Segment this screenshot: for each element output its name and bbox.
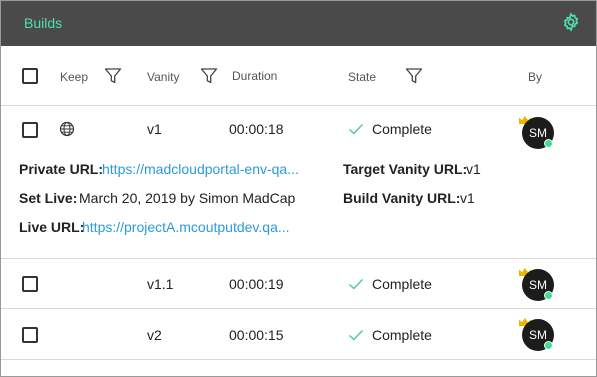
- online-status-dot: [544, 291, 553, 300]
- select-all-checkbox[interactable]: [22, 68, 38, 84]
- target-vanity-url-value: v1: [466, 161, 481, 177]
- column-duration[interactable]: Duration: [232, 69, 277, 83]
- target-vanity-url-label: Target Vanity URL:: [343, 161, 468, 177]
- filter-keep-icon[interactable]: [104, 67, 122, 85]
- private-url-link[interactable]: https://madcloudportal-env-qa...: [102, 161, 299, 177]
- filter-state-icon[interactable]: [405, 67, 423, 85]
- state-cell: Complete: [372, 276, 432, 292]
- duration-cell: 00:00:15: [229, 327, 284, 343]
- online-status-dot: [544, 341, 553, 350]
- page-title: Builds: [24, 15, 63, 31]
- builds-panel: Builds Keep Vanity Duration State By v1 …: [0, 0, 597, 377]
- globe-icon: [59, 121, 75, 137]
- column-by[interactable]: By: [528, 70, 542, 84]
- table-row[interactable]: v2 00:00:15 Complete SM: [1, 309, 596, 360]
- state-cell: Complete: [372, 327, 432, 343]
- vanity-cell: v1.1: [147, 276, 174, 292]
- duration-cell: 00:00:18: [229, 121, 284, 137]
- check-icon: [349, 330, 364, 341]
- online-status-dot: [544, 139, 553, 148]
- filter-vanity-icon[interactable]: [200, 67, 218, 85]
- row-checkbox[interactable]: [22, 276, 38, 292]
- row-checkbox[interactable]: [22, 327, 38, 343]
- check-icon: [349, 279, 364, 290]
- vanity-cell: v2: [147, 327, 162, 343]
- title-bar: Builds: [1, 1, 596, 46]
- column-state[interactable]: State: [348, 70, 376, 84]
- private-url-label: Private URL:: [19, 161, 104, 177]
- vanity-cell: v1: [147, 121, 162, 137]
- build-vanity-url-value: v1: [460, 190, 475, 206]
- state-cell: Complete: [372, 121, 432, 137]
- column-vanity[interactable]: Vanity: [147, 70, 179, 84]
- build-vanity-url-label: Build Vanity URL:: [343, 190, 461, 206]
- set-live-value: March 20, 2019 by Simon MadCap: [79, 190, 296, 206]
- set-live-label: Set Live:: [19, 190, 78, 206]
- gear-icon[interactable]: [561, 12, 581, 32]
- table-row[interactable]: v1 00:00:18 Complete SM Private URL: htt…: [1, 106, 596, 259]
- live-url-link[interactable]: https://projectA.mcoutputdev.qa...: [82, 219, 290, 235]
- row-checkbox[interactable]: [22, 122, 38, 138]
- column-keep[interactable]: Keep: [60, 70, 88, 84]
- check-icon: [349, 124, 364, 135]
- table-row[interactable]: v1.1 00:00:19 Complete SM: [1, 259, 596, 309]
- duration-cell: 00:00:19: [229, 276, 284, 292]
- live-url-label: Live URL:: [19, 219, 85, 235]
- table-header: Keep Vanity Duration State By: [1, 46, 596, 106]
